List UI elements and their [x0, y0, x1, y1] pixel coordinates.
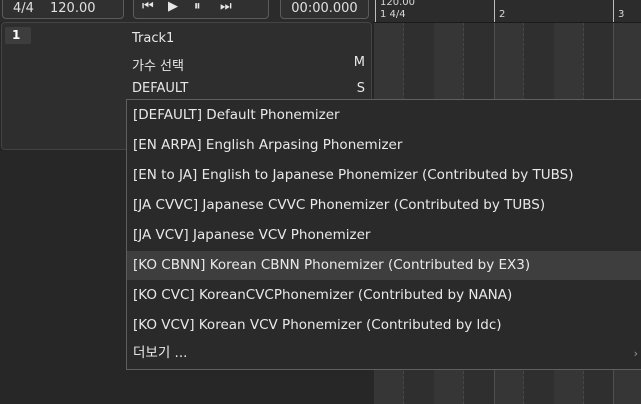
skip-back-icon[interactable]: ⏮ — [142, 0, 154, 14]
menu-item-default[interactable]: [DEFAULT] Default Phonemizer — [127, 101, 641, 130]
menu-item-more[interactable]: 더보기 ... › — [127, 339, 641, 368]
time-signature[interactable]: 4/4 — [13, 1, 34, 16]
play-icon[interactable]: ▶ — [168, 0, 178, 14]
bar-3-label: 3 — [618, 9, 625, 20]
menu-item-en-to-ja[interactable]: [EN to JA] English to Japanese Phonemize… — [127, 161, 641, 190]
timecode: 00:00.000 — [291, 1, 358, 16]
menu-item-ja-vcv[interactable]: [JA VCV] Japanese VCV Phonemizer — [127, 221, 641, 250]
menu-item-ko-vcv[interactable]: [KO VCV] Korean VCV Phonemizer (Contribu… — [127, 311, 641, 340]
bpm-value[interactable]: 120.00 — [50, 1, 96, 16]
time-signature-box[interactable]: 4/4 120.00 — [2, 0, 124, 19]
skip-forward-icon[interactable]: ⏭ — [220, 0, 232, 14]
phonemizer-select[interactable]: DEFAULT — [132, 81, 188, 96]
menu-item-ko-cvc[interactable]: [KO CVC] KoreanCVCPhonemizer (Contribute… — [127, 281, 641, 310]
chevron-right-icon: › — [633, 347, 638, 360]
menu-item-en-arpa[interactable]: [EN ARPA] English Arpasing Phonemizer — [127, 131, 641, 160]
bar-1-label: 1 4/4 — [380, 9, 406, 20]
solo-button[interactable]: S — [357, 81, 365, 96]
timeline-ruler[interactable]: 120.00 1 4/4 2 3 — [374, 0, 641, 23]
track-name[interactable]: Track1 — [132, 31, 174, 46]
mute-button[interactable]: M — [354, 55, 365, 70]
singer-select[interactable]: 가수 선택 — [132, 55, 184, 74]
pause-icon[interactable]: ⏸ — [194, 0, 201, 14]
bar-2-label: 2 — [499, 9, 506, 20]
phonemizer-menu: [DEFAULT] Default Phonemizer [EN ARPA] E… — [126, 99, 641, 370]
toolbar: 4/4 120.00 ⏮ ▶ ⏸ ⏭ 00:00.000 — [0, 0, 374, 22]
tempo-marker: 120.00 — [380, 0, 415, 8]
menu-item-more-label: 더보기 ... — [133, 345, 188, 361]
timecode-display: 00:00.000 — [280, 0, 369, 19]
menu-item-ja-cvvc[interactable]: [JA CVVC] Japanese CVVC Phonemizer (Cont… — [127, 191, 641, 220]
transport-controls: ⏮ ▶ ⏸ ⏭ — [133, 0, 269, 19]
track-number: 1 — [5, 27, 31, 44]
menu-item-ko-cbnn[interactable]: [KO CBNN] Korean CBNN Phonemizer (Contri… — [127, 251, 641, 280]
